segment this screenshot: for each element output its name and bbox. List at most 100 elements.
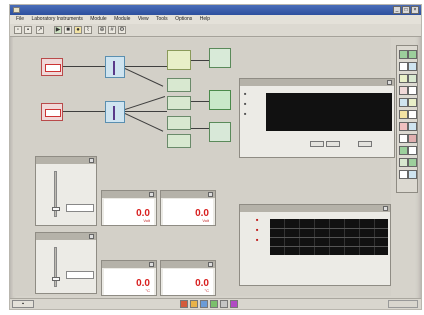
processing-module-2[interactable]: [105, 101, 125, 123]
scope-panel-2-titlebar[interactable]: [240, 205, 390, 212]
slider-value-field[interactable]: [66, 271, 94, 279]
palette-item-icon[interactable]: [408, 74, 417, 83]
digital-display-3-titlebar[interactable]: [102, 261, 156, 268]
menu-module-2[interactable]: Module: [114, 16, 130, 22]
grid-icon[interactable]: #: [108, 26, 116, 34]
palette-item-icon[interactable]: [399, 110, 408, 119]
palette-item-icon[interactable]: [408, 170, 417, 179]
record-icon[interactable]: ●: [74, 26, 82, 34]
display-module-5[interactable]: [167, 134, 191, 148]
close-icon[interactable]: [89, 158, 94, 163]
palette-item-icon[interactable]: [399, 50, 408, 59]
scope-button[interactable]: [326, 141, 340, 147]
display-module-2[interactable]: [167, 78, 191, 92]
display-module-1[interactable]: [167, 50, 191, 70]
menu-bar: File Laboratory Instruments Module Modul…: [10, 15, 421, 24]
menu-view[interactable]: View: [138, 16, 149, 22]
close-icon[interactable]: [387, 80, 392, 85]
digital-display-4-titlebar[interactable]: [161, 261, 215, 268]
start-button[interactable]: ▪: [12, 300, 34, 308]
window-controls: _ □ ×: [393, 6, 419, 14]
digital-display-2-titlebar[interactable]: [161, 191, 215, 198]
menu-laboratory-instruments[interactable]: Laboratory Instruments: [31, 16, 82, 22]
palette-item-icon[interactable]: [399, 86, 408, 95]
close-icon[interactable]: [149, 262, 154, 267]
run-icon[interactable]: ▶: [54, 26, 62, 34]
palette-item-icon[interactable]: [399, 134, 408, 143]
wire-icon[interactable]: ⌇: [84, 26, 92, 34]
palette-item-icon[interactable]: [399, 98, 408, 107]
display-module-3[interactable]: [167, 96, 191, 110]
taskbar-app-icon[interactable]: [230, 300, 238, 308]
palette-item-icon[interactable]: [399, 158, 408, 167]
wire: [124, 96, 166, 110]
menu-tools[interactable]: Tools: [156, 16, 168, 22]
palette-item-icon[interactable]: [408, 86, 417, 95]
slider-handle[interactable]: [52, 277, 60, 281]
taskbar-app-icon[interactable]: [200, 300, 208, 308]
readout-unit: Volt: [143, 218, 150, 223]
digital-display-1-titlebar[interactable]: [102, 191, 156, 198]
palette-item-icon[interactable]: [399, 74, 408, 83]
palette-item-icon[interactable]: [408, 110, 417, 119]
input-module-2[interactable]: [41, 103, 63, 121]
open-icon[interactable]: ▪: [24, 26, 32, 34]
close-icon[interactable]: [383, 206, 388, 211]
scope-panel-1: ■ ■ ■: [239, 78, 395, 158]
processing-module-1[interactable]: [105, 56, 125, 78]
settings-icon[interactable]: ⚙: [118, 26, 126, 34]
palette-item-icon[interactable]: [408, 98, 417, 107]
close-icon[interactable]: [208, 262, 213, 267]
output-module-3[interactable]: [209, 122, 231, 142]
readout-unit: °C: [145, 288, 151, 293]
menu-file[interactable]: File: [16, 16, 24, 22]
palette-item-icon[interactable]: [408, 50, 417, 59]
close-icon[interactable]: [89, 234, 94, 239]
minimize-button[interactable]: _: [393, 6, 401, 14]
digital-display-1: 0.0 Volt: [101, 190, 157, 226]
menu-options[interactable]: Options: [175, 16, 192, 22]
palette-item-icon[interactable]: [399, 170, 408, 179]
workspace-canvas[interactable]: ■ ■ ■ 0.0 Volt 0.0 Volt 0.0 °C 0.0 °C ■ …: [13, 38, 395, 296]
scope-panel-1-titlebar[interactable]: [240, 79, 394, 86]
palette-item-icon[interactable]: [408, 146, 417, 155]
slider-track[interactable]: [54, 247, 57, 287]
output-module-1[interactable]: [209, 48, 231, 68]
scope-display-1: [266, 93, 392, 131]
menu-module[interactable]: Module: [90, 16, 106, 22]
palette-item-icon[interactable]: [408, 134, 417, 143]
close-icon[interactable]: [149, 192, 154, 197]
new-icon[interactable]: ▫: [14, 26, 22, 34]
taskbar-app-icon[interactable]: [220, 300, 228, 308]
input-module-1[interactable]: [41, 58, 63, 76]
close-button[interactable]: ×: [411, 6, 419, 14]
palette-item-icon[interactable]: [399, 146, 408, 155]
slider-panel-2-titlebar[interactable]: [36, 233, 96, 240]
readout-unit: °C: [204, 288, 210, 293]
slider-panel-1-titlebar[interactable]: [36, 157, 96, 164]
menu-help[interactable]: Help: [200, 16, 210, 22]
palette-item-icon[interactable]: [408, 62, 417, 71]
output-module-2[interactable]: [209, 90, 231, 110]
taskbar-app-icon[interactable]: [190, 300, 198, 308]
digital-display-3: 0.0 °C: [101, 260, 157, 296]
palette-item-icon[interactable]: [408, 122, 417, 131]
slider-handle[interactable]: [52, 207, 60, 211]
monitor-frame: _ □ × File Laboratory Instruments Module…: [0, 0, 424, 315]
display-module-4[interactable]: [167, 116, 191, 130]
palette-item-icon[interactable]: [399, 122, 408, 131]
taskbar-app-icon[interactable]: [180, 300, 188, 308]
digital-readout: 0.0 °C: [104, 269, 154, 295]
maximize-button[interactable]: □: [402, 6, 410, 14]
taskbar-app-icon[interactable]: [210, 300, 218, 308]
slider-value-field[interactable]: [66, 204, 94, 212]
scope-button[interactable]: [310, 141, 324, 147]
zoom-icon[interactable]: ⊕: [98, 26, 106, 34]
pointer-icon[interactable]: ↗: [36, 26, 44, 34]
digital-readout: 0.0 Volt: [104, 199, 154, 225]
scope-button[interactable]: [358, 141, 372, 147]
palette-item-icon[interactable]: [399, 62, 408, 71]
palette-item-icon[interactable]: [408, 158, 417, 167]
stop-icon[interactable]: ■: [64, 26, 72, 34]
close-icon[interactable]: [208, 192, 213, 197]
